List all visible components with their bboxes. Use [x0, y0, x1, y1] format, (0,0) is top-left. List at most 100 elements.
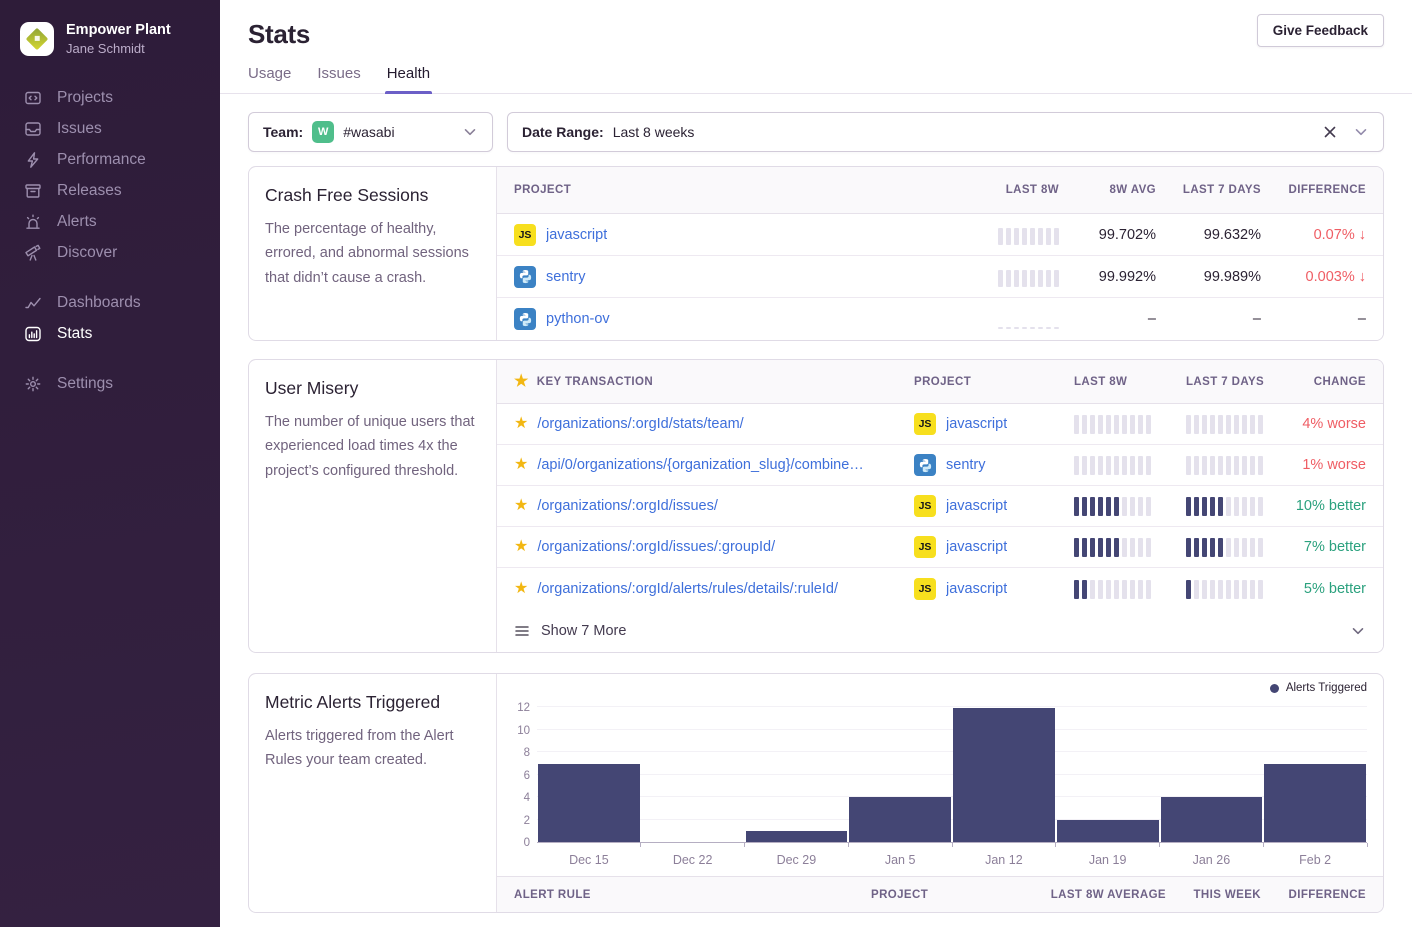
key-transaction-star-icon[interactable]: ★	[514, 498, 528, 514]
project-link[interactable]: sentry	[546, 269, 586, 285]
project-link[interactable]: javascript	[946, 416, 1007, 432]
settings-icon	[24, 375, 42, 393]
alerts-icon	[24, 213, 42, 231]
give-feedback-button[interactable]: Give Feedback	[1257, 14, 1384, 47]
transaction-link[interactable]: /organizations/:orgId/alerts/rules/detai…	[537, 581, 838, 597]
chevron-down-icon	[462, 124, 478, 140]
project-link[interactable]: javascript	[546, 227, 607, 243]
tab-health[interactable]: Health	[387, 65, 430, 93]
org-logo-diamond-icon	[26, 27, 49, 50]
key-transaction-star-icon[interactable]: ★	[514, 539, 528, 555]
panel-description: The percentage of healthy, errored, and …	[265, 217, 480, 290]
chevron-down-icon	[1350, 623, 1366, 639]
change-value: 7% better	[1276, 539, 1366, 555]
sidebar-item-label: Discover	[57, 244, 117, 262]
project-link[interactable]: python-ov	[546, 311, 610, 327]
key-transaction-star-icon[interactable]: ★	[514, 457, 528, 473]
chevron-down-icon	[1353, 124, 1369, 140]
column-header: LAST 8W	[939, 184, 1059, 196]
x-tick-label: Feb 2	[1263, 853, 1367, 867]
column-header: LAST 8W AVERAGE	[1006, 889, 1166, 901]
javascript-platform-icon: JS	[914, 413, 936, 435]
sidebar-item-label: Issues	[57, 120, 102, 138]
transaction-link[interactable]: /organizations/:orgId/stats/team/	[537, 416, 743, 432]
sidebar-item-stats[interactable]: Stats	[24, 318, 220, 349]
column-header: LAST 8W	[1074, 376, 1186, 388]
javascript-platform-icon: JS	[914, 578, 936, 600]
project-link[interactable]: javascript	[946, 498, 1007, 514]
sidebar-item-dashboards[interactable]: Dashboards	[24, 287, 220, 318]
chart-bar	[1161, 797, 1263, 842]
date-range-label: Date Range:	[522, 124, 604, 140]
project-link[interactable]: sentry	[946, 457, 986, 473]
crash-free-table: PROJECTLAST 8W8W AVGLAST 7 DAYSDIFFERENC…	[497, 167, 1383, 340]
alerts-bar-chart: 024681012	[509, 708, 1367, 843]
org-switcher[interactable]: Empower Plant Jane Schmidt	[0, 0, 220, 82]
sidebar-item-settings[interactable]: Settings	[24, 368, 220, 399]
column-header: CHANGE	[1276, 376, 1366, 388]
column-header: DIFFERENCE	[1261, 184, 1366, 196]
table-row: python-ov–––	[497, 298, 1383, 340]
column-header: LAST 7 DAYS	[1186, 376, 1276, 388]
x-tick-label: Jan 19	[1056, 853, 1160, 867]
sparkline	[939, 225, 1059, 245]
org-user-name: Jane Schmidt	[66, 41, 171, 56]
transaction-link[interactable]: /api/0/organizations/{organization_slug}…	[537, 457, 863, 473]
sidebar-item-issues[interactable]: Issues	[24, 113, 220, 144]
legend-dot-icon	[1270, 684, 1279, 693]
filter-bar: Team: W #wasabi Date Range: Last 8 weeks	[248, 112, 1384, 152]
sidebar-item-performance[interactable]: Performance	[24, 144, 220, 175]
column-header: PROJECT	[914, 376, 1074, 388]
sidebar-item-discover[interactable]: Discover	[24, 237, 220, 268]
project-link[interactable]: javascript	[946, 581, 1007, 597]
tab-bar: Usage Issues Health	[248, 65, 1384, 93]
sparkline	[1186, 455, 1276, 475]
sidebar-item-label: Alerts	[57, 213, 97, 231]
tab-usage[interactable]: Usage	[248, 65, 291, 93]
panel-description: The number of unique users that experien…	[265, 410, 480, 483]
show-more-row[interactable]: Show 7 More	[497, 609, 1383, 652]
panel-title: Crash Free Sessions	[265, 185, 480, 206]
avg-value: 99.992%	[1059, 269, 1156, 285]
transaction-link[interactable]: /organizations/:orgId/issues/:groupId/	[537, 539, 775, 555]
key-transaction-star-icon[interactable]: ★	[514, 416, 528, 432]
list-icon	[514, 623, 530, 639]
chart-bar	[953, 708, 1055, 842]
user-misery-panel: User Misery The number of unique users t…	[248, 359, 1384, 653]
sidebar-item-projects[interactable]: Projects	[24, 82, 220, 113]
column-header: 8W AVG	[1059, 184, 1156, 196]
sparkline	[1074, 537, 1186, 557]
sparkline	[1074, 496, 1186, 516]
sparkline	[1186, 579, 1276, 599]
key-transaction-star-icon[interactable]: ★	[514, 581, 528, 597]
table-row: ★ /api/0/organizations/{organization_slug…	[497, 445, 1383, 486]
sidebar-item-releases[interactable]: Releases	[24, 175, 220, 206]
dashboards-icon	[24, 294, 42, 312]
sidebar-item-label: Performance	[57, 151, 146, 169]
sidebar-item-alerts[interactable]: Alerts	[24, 206, 220, 237]
discover-icon	[24, 244, 42, 262]
column-header: THIS WEEK	[1166, 889, 1261, 901]
chart-legend: Alerts Triggered	[1270, 682, 1367, 694]
x-tick-label: Jan 5	[848, 853, 952, 867]
change-value: 4% worse	[1276, 416, 1366, 432]
date-range-select[interactable]: Date Range: Last 8 weeks	[507, 112, 1384, 152]
main-area: Stats Give Feedback UsageIssuesHealth Te…	[220, 0, 1412, 927]
sidebar-item-label: Settings	[57, 375, 113, 393]
x-tick-label: Dec 29	[745, 853, 849, 867]
column-header: KEY TRANSACTION	[537, 376, 653, 388]
y-tick-label: 0	[524, 837, 530, 849]
clear-date-range-icon[interactable]	[1322, 124, 1338, 140]
column-header: ALERT RULE	[514, 889, 871, 901]
y-tick-label: 8	[524, 747, 530, 759]
table-row: sentry99.992%99.989%0.003% ↓	[497, 256, 1383, 298]
y-tick-label: 2	[524, 815, 530, 827]
column-header: PROJECT	[514, 184, 939, 196]
tab-issues[interactable]: Issues	[317, 65, 360, 93]
x-tick-label: Jan 26	[1160, 853, 1264, 867]
project-link[interactable]: javascript	[946, 539, 1007, 555]
team-select[interactable]: Team: W #wasabi	[248, 112, 493, 152]
python-platform-icon	[514, 308, 536, 330]
transaction-link[interactable]: /organizations/:orgId/issues/	[537, 498, 718, 514]
panel-title: User Misery	[265, 378, 480, 399]
